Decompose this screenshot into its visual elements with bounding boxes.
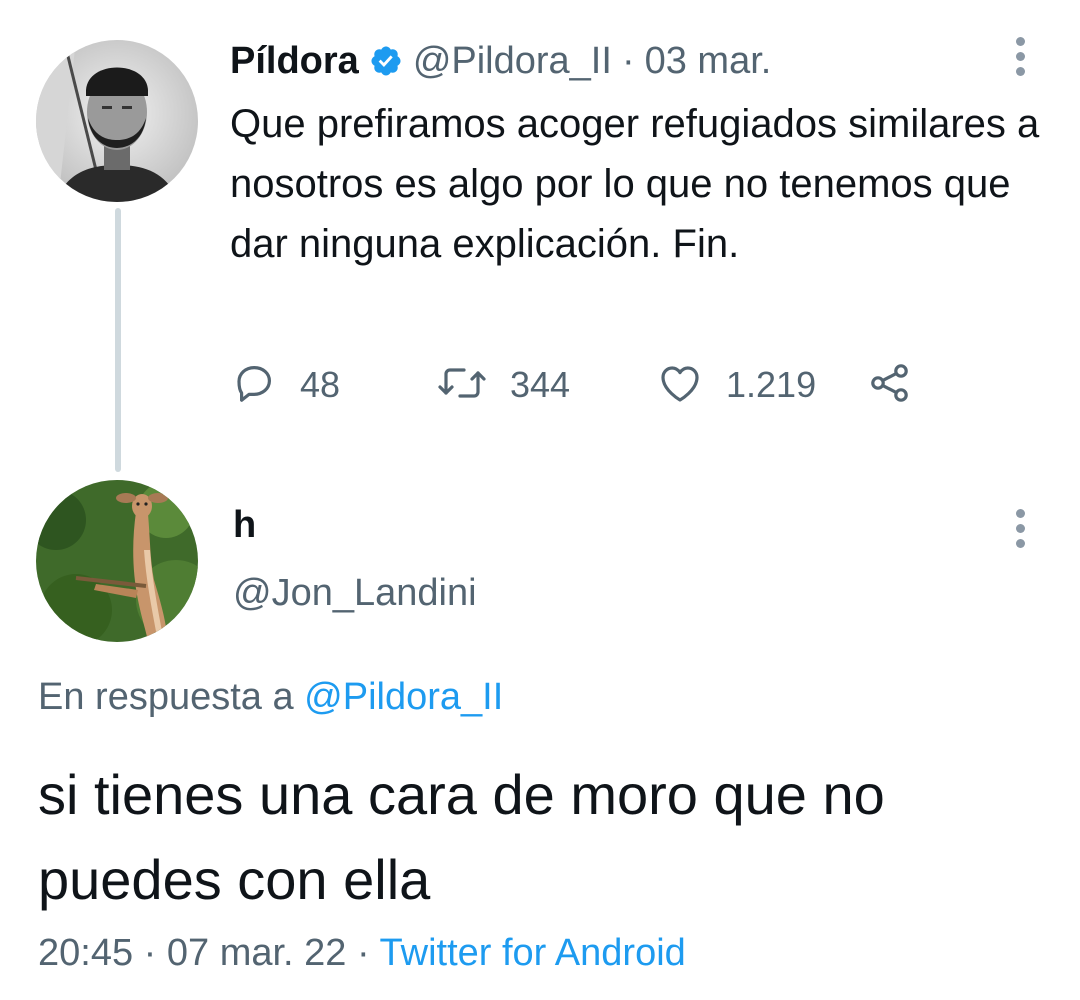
retweet-count: 344 [510, 364, 571, 405]
reply-display-name[interactable]: h [233, 504, 256, 547]
parent-avatar[interactable] [36, 40, 198, 202]
parent-handle[interactable]: @Pildora_II [413, 40, 612, 83]
reply-handle[interactable]: @Jon_Landini [233, 572, 477, 615]
heart-icon [656, 359, 704, 412]
parent-action-bar: 48 344 1.219 [230, 358, 930, 412]
reply-date[interactable]: 07 mar. 22 [167, 932, 347, 974]
share-button[interactable] [866, 358, 914, 412]
reply-icon [230, 359, 278, 412]
reply-time[interactable]: 20:45 [38, 932, 133, 974]
reply-avatar[interactable] [36, 480, 198, 642]
replying-to-link[interactable]: @Pildora_II [304, 676, 503, 718]
parent-more-options-icon[interactable] [1008, 26, 1032, 86]
parent-display-name[interactable]: Píldora [230, 40, 359, 83]
verified-badge-icon [369, 44, 403, 78]
replying-to-prefix: En respuesta a [38, 676, 294, 718]
reply-tweet-text: si tienes una cara de moro que no puedes… [38, 763, 885, 911]
reply-meta: 20:45 · 07 mar. 22 · Twitter for Android [38, 932, 686, 975]
retweet-button[interactable]: 344 [436, 358, 570, 412]
like-button[interactable]: 1.219 [656, 358, 816, 412]
parent-tweet-text: Que prefiramos acoger refugiados similar… [230, 102, 1040, 266]
source-link[interactable]: Twitter for Android [380, 932, 686, 974]
replying-to-line: En respuesta a @Pildora_II [38, 676, 503, 719]
thread-connector-line [115, 208, 121, 472]
parent-date[interactable]: 03 mar. [645, 40, 772, 83]
meta-separator-2: · [357, 932, 370, 974]
like-count: 1.219 [726, 364, 817, 405]
reply-more-options-icon[interactable] [1008, 498, 1032, 558]
reply-button[interactable]: 48 [230, 358, 340, 412]
parent-tweet-header: Píldora @Pildora_II · 03 mar. [230, 36, 771, 86]
meta-separator-1: · [143, 932, 157, 974]
share-icon [866, 359, 914, 412]
reply-count: 48 [300, 364, 341, 405]
retweet-icon [436, 359, 488, 412]
header-separator: · [621, 39, 635, 82]
